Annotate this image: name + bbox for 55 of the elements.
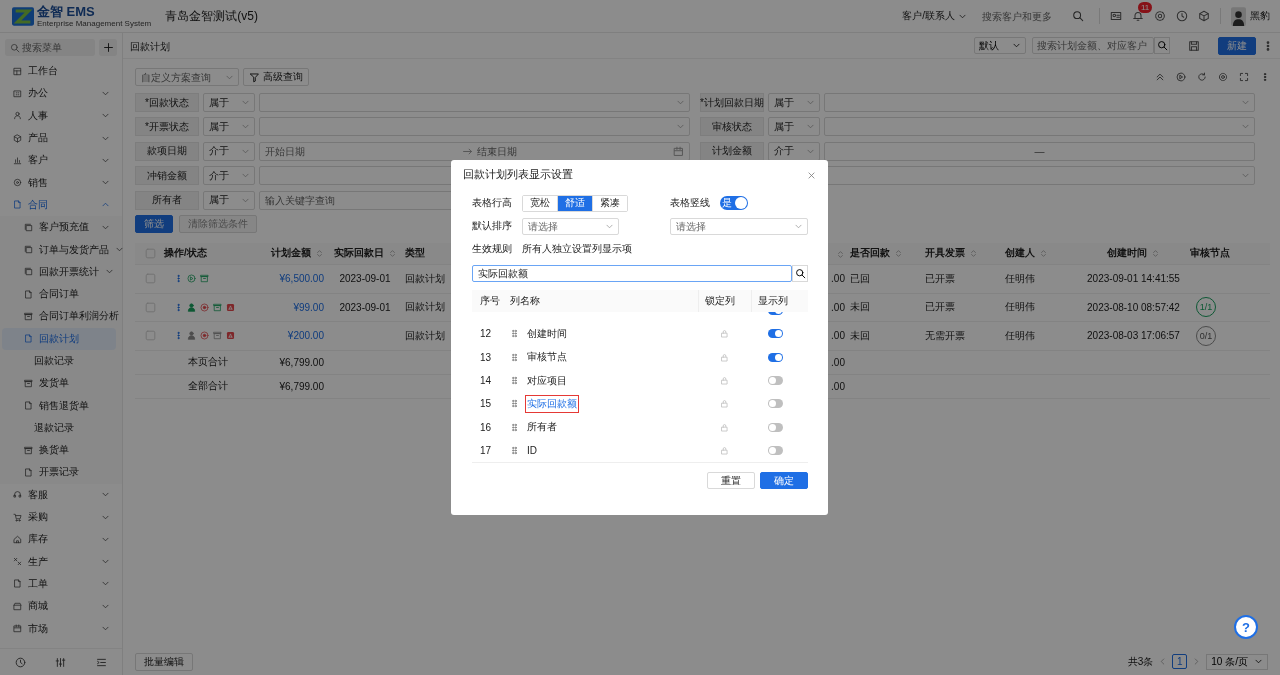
table-cell: ¥6,500.00 xyxy=(240,264,328,294)
table-cell: 已开票 xyxy=(921,293,1001,322)
table-cell: 2023-09-01 14:41:55 xyxy=(1081,264,1186,294)
column-header: 序号 xyxy=(479,294,501,308)
table-cell: 任明伟 xyxy=(1001,321,1081,351)
app-title: 青岛金智测试(v5) xyxy=(165,7,258,25)
row-number: 15 xyxy=(479,398,493,410)
field-label: 默认排序 xyxy=(472,219,512,233)
table-cell: 已开票 xyxy=(921,264,1001,294)
table-cell: 任明伟 xyxy=(1001,293,1081,322)
column-name: 创建时间 xyxy=(526,326,568,341)
filter-label: 款项日期 xyxy=(135,141,199,161)
filter-label: 所有者 xyxy=(135,190,199,210)
row-number: 14 xyxy=(479,375,493,387)
logo-subtitle: Enterprise Management System xyxy=(37,18,152,28)
table-cell: ¥6,799.00 xyxy=(240,350,328,375)
total-count: 共3条 xyxy=(1127,654,1154,669)
column-name: ID xyxy=(526,443,538,458)
column-header: 锁定列 xyxy=(698,290,751,312)
filter-label: *开票状态 xyxy=(135,117,199,137)
row-number: 13 xyxy=(479,351,493,363)
rule-text: 所有人独立设置列显示项 xyxy=(522,242,632,256)
table-cell: ¥200.00 xyxy=(240,321,328,351)
table-cell: 任明伟 xyxy=(1001,264,1081,294)
table-cell: 无需开票 xyxy=(921,321,1001,351)
table-cell: ¥6,799.00 xyxy=(240,374,328,399)
filter-label: 计划金额 xyxy=(700,141,764,161)
table-cell: 2023-08-10 08:57:42 xyxy=(1081,293,1186,322)
notification-badge: 11 xyxy=(1138,2,1153,13)
row-number: 16 xyxy=(479,421,493,433)
dialog-title: 回款计划列表显示设置 xyxy=(463,168,574,182)
filter-label: *计划回款日期 xyxy=(700,93,764,112)
total-label: 本页合计 xyxy=(160,350,240,375)
logo-name: 金智 EMS xyxy=(37,4,96,19)
page-title: 回款计划 xyxy=(130,39,170,54)
total-label: 全部合计 xyxy=(160,374,240,399)
field-label: 生效规则 xyxy=(472,242,512,256)
table-cell: 已回 xyxy=(846,264,921,294)
table-cell: 2023-08-03 17:06:57 xyxy=(1081,321,1186,351)
column-name: 所有者 xyxy=(526,420,558,435)
table-cell: 2023-09-01 xyxy=(328,293,402,322)
filter-label: 审核状态 xyxy=(700,117,764,137)
column-name: 审核节点 xyxy=(526,350,568,365)
column-header: 列名称 xyxy=(510,294,541,308)
table-cell: 未回 xyxy=(846,321,921,351)
field-label: 表格行高 xyxy=(472,196,512,210)
row-number: 17 xyxy=(479,444,493,456)
column-name: 对应项目 xyxy=(526,373,568,388)
filter-label: *回款状态 xyxy=(135,93,199,112)
table-cell: 2023-09-01 xyxy=(328,264,402,294)
filter-label: 冲销金额 xyxy=(135,166,199,186)
table-cell: 未回 xyxy=(846,293,921,322)
row-number: 12 xyxy=(479,328,493,340)
column-name: 实际回款额 xyxy=(525,394,579,413)
table-cell: ¥99.00 xyxy=(240,293,328,322)
